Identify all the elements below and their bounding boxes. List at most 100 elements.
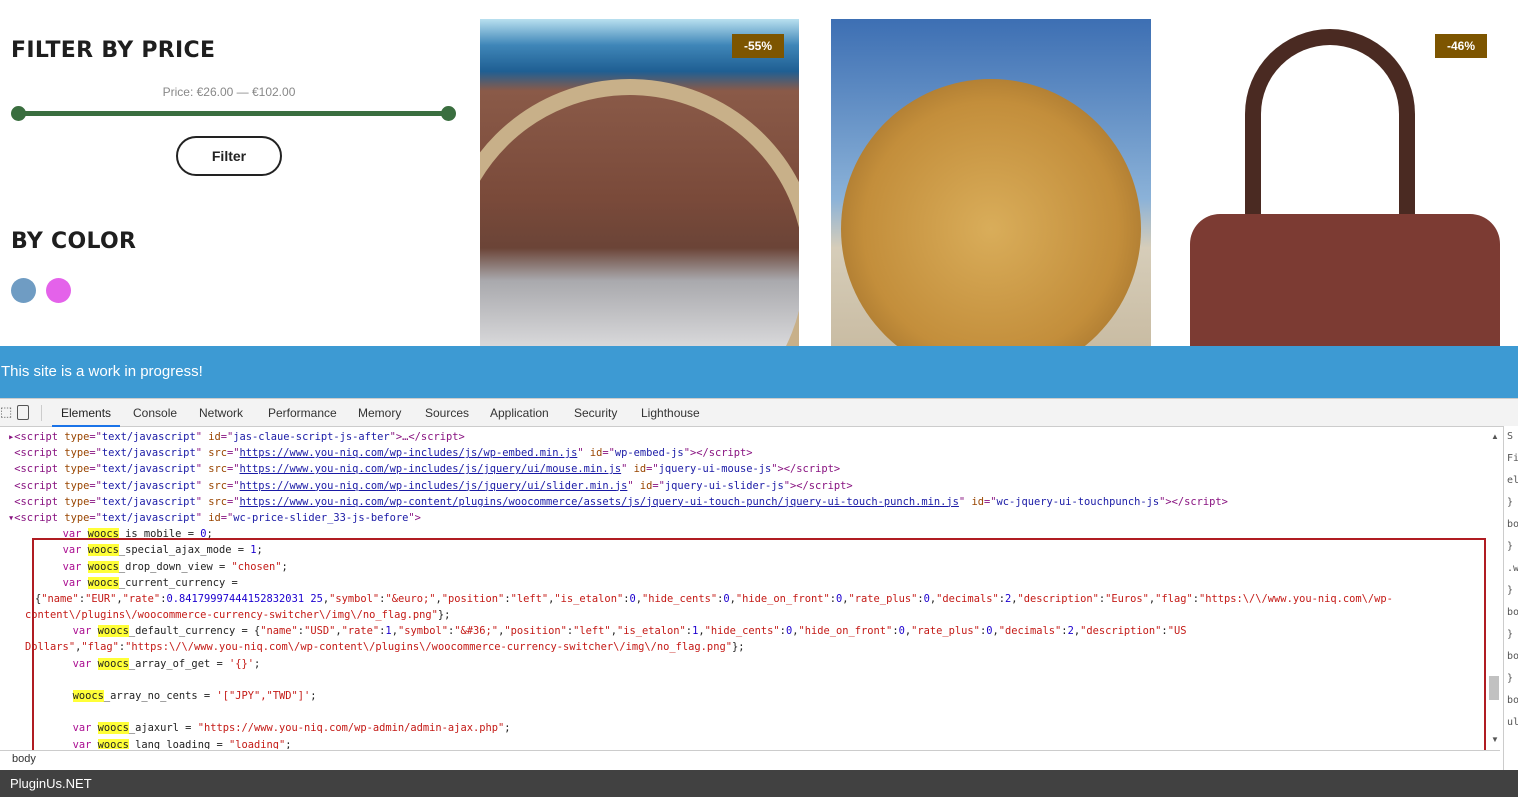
code-token: ": [621, 463, 634, 476]
tab-memory[interactable]: Memory: [349, 399, 410, 427]
styles-rule-fragment: bo: [1507, 519, 1518, 530]
code-token: jquery-ui-slider-js: [664, 479, 784, 492]
code-token: ": [577, 447, 590, 460]
price-range-label: Price: €26.00 — €102.00: [162, 85, 296, 99]
toolbar-divider: [41, 405, 42, 421]
code-token: ">…</script>: [389, 431, 465, 443]
footer-watermark: PluginUs.NET: [0, 770, 1518, 797]
tab-security[interactable]: Security: [565, 399, 626, 427]
code-token: src: [208, 463, 227, 476]
scroll-down-arrow-icon[interactable]: ▼: [1491, 735, 1499, 744]
code-token: text/javascript: [101, 495, 196, 508]
code-token: src: [208, 479, 227, 492]
code-token: =": [227, 447, 240, 460]
styles-rule-fragment: }: [1507, 541, 1514, 552]
code-token: <script: [8, 479, 65, 492]
price-slider-min-handle[interactable]: [11, 106, 26, 121]
script-src-link[interactable]: https://www.you-niq.com/wp-content/plugi…: [240, 496, 959, 508]
code-token: "></script>: [683, 447, 753, 460]
code-token: ": [195, 447, 209, 460]
code-scrollbar-thumb[interactable]: [1489, 676, 1499, 700]
handbag-handle: [1245, 29, 1415, 229]
code-token: =": [220, 431, 234, 443]
code-token: wp-embed-js: [614, 447, 684, 460]
price-slider-track[interactable]: [18, 111, 448, 116]
code-token: jquery-ui-mouse-js: [658, 463, 772, 476]
script-src-link[interactable]: https://www.you-niq.com/wp-includes/js/j…: [240, 463, 622, 475]
tab-network[interactable]: Network: [190, 399, 252, 427]
code-token: "></script>: [783, 479, 853, 492]
code-token: wc-price-slider_33-js-before: [233, 511, 409, 524]
code-token: type: [64, 479, 90, 492]
device-toolbar-icon[interactable]: [17, 405, 29, 420]
tab-performance[interactable]: Performance: [259, 399, 346, 427]
code-token: src: [208, 447, 227, 460]
code-token: id: [208, 431, 221, 443]
code-token: id: [208, 511, 221, 524]
code-token: ": [195, 431, 209, 443]
product-image-bracelet[interactable]: -55%: [480, 19, 799, 346]
code-token: =": [227, 479, 240, 492]
code-token: ">: [408, 511, 421, 524]
color-swatch-pink[interactable]: [46, 278, 71, 303]
code-token: text/javascript: [101, 431, 196, 443]
code-token: ": [195, 479, 209, 492]
dom-tree-line[interactable]: ▸<script type="text/javascript" id="jas-…: [0, 429, 1500, 445]
dom-tree-line[interactable]: <script type="text/javascript" src="http…: [0, 478, 1500, 494]
dom-tree-line[interactable]: <script type="text/javascript" src="http…: [0, 494, 1500, 510]
devtools-tab-bar: ⬚ Elements Console Network Performance Memor…: [0, 399, 1518, 427]
code-token: =": [89, 431, 102, 443]
price-slider-max-handle[interactable]: [441, 106, 456, 121]
product-image-rattan-bag[interactable]: [831, 19, 1151, 346]
code-token: text/javascript: [101, 447, 196, 460]
dom-tree-line[interactable]: ▾<script type="text/javascript" id="wc-p…: [0, 510, 1500, 526]
inspect-icon[interactable]: ⬚: [0, 404, 12, 420]
code-token: =": [227, 463, 240, 476]
code-token: ": [958, 495, 972, 508]
breadcrumb[interactable]: body: [0, 750, 1500, 770]
filter-button[interactable]: Filter: [176, 136, 282, 176]
styles-rule-fragment: }: [1507, 497, 1514, 508]
code-token: =": [89, 463, 102, 476]
code-token: "></script>: [771, 463, 841, 476]
by-color-title: BY COLOR: [11, 229, 137, 254]
code-token: ": [195, 495, 209, 508]
code-token: type: [64, 431, 90, 443]
tab-lighthouse[interactable]: Lighthouse: [632, 399, 709, 427]
tab-console[interactable]: Console: [124, 399, 186, 427]
product-image-handbag[interactable]: -46%: [1170, 19, 1518, 346]
dom-tree-line[interactable]: <script type="text/javascript" src="http…: [0, 461, 1500, 477]
code-token: =": [89, 511, 102, 524]
code-token: id: [971, 495, 984, 508]
code-token: wc-jquery-ui-touchpunch-js: [996, 495, 1160, 508]
styles-rule-fragment: bo: [1507, 651, 1518, 662]
script-src-link[interactable]: https://www.you-niq.com/wp-includes/js/w…: [240, 447, 578, 459]
styles-rule-fragment: ul: [1507, 717, 1518, 728]
tab-sources[interactable]: Sources: [416, 399, 478, 427]
highlight-box: [32, 538, 1486, 761]
styles-rule-fragment: el: [1507, 475, 1518, 486]
code-token: =": [89, 495, 102, 508]
tab-application[interactable]: Application: [481, 399, 558, 427]
tab-elements[interactable]: Elements: [52, 399, 121, 427]
color-swatch-blue[interactable]: [11, 278, 36, 303]
styles-rule-fragment: S: [1507, 431, 1514, 442]
code-token: type: [64, 447, 90, 460]
code-token: jas-claue-script-js-after: [233, 431, 390, 443]
code-token: type: [64, 495, 90, 508]
scroll-up-arrow-icon[interactable]: ▲: [1491, 432, 1499, 441]
code-token: =": [220, 511, 234, 524]
code-token: ": [195, 463, 209, 476]
code-token: text/javascript: [101, 479, 196, 492]
code-token: id: [589, 447, 603, 460]
script-src-link[interactable]: https://www.you-niq.com/wp-includes/js/j…: [240, 480, 628, 492]
styles-rule-fragment: }: [1507, 629, 1514, 640]
dom-tree-line[interactable]: <script type="text/javascript" src="http…: [0, 445, 1500, 461]
styles-rule-fragment: Fi: [1507, 453, 1518, 464]
styles-rule-fragment: }: [1507, 673, 1514, 684]
filter-by-price-title: FILTER BY PRICE: [11, 38, 216, 63]
styles-pane[interactable]: S Fi el} bo} .w} bo} bo} bo ul: [1503, 426, 1518, 770]
code-token: =": [89, 479, 102, 492]
code-token: id: [639, 479, 653, 492]
breadcrumb-body[interactable]: body: [12, 753, 36, 765]
